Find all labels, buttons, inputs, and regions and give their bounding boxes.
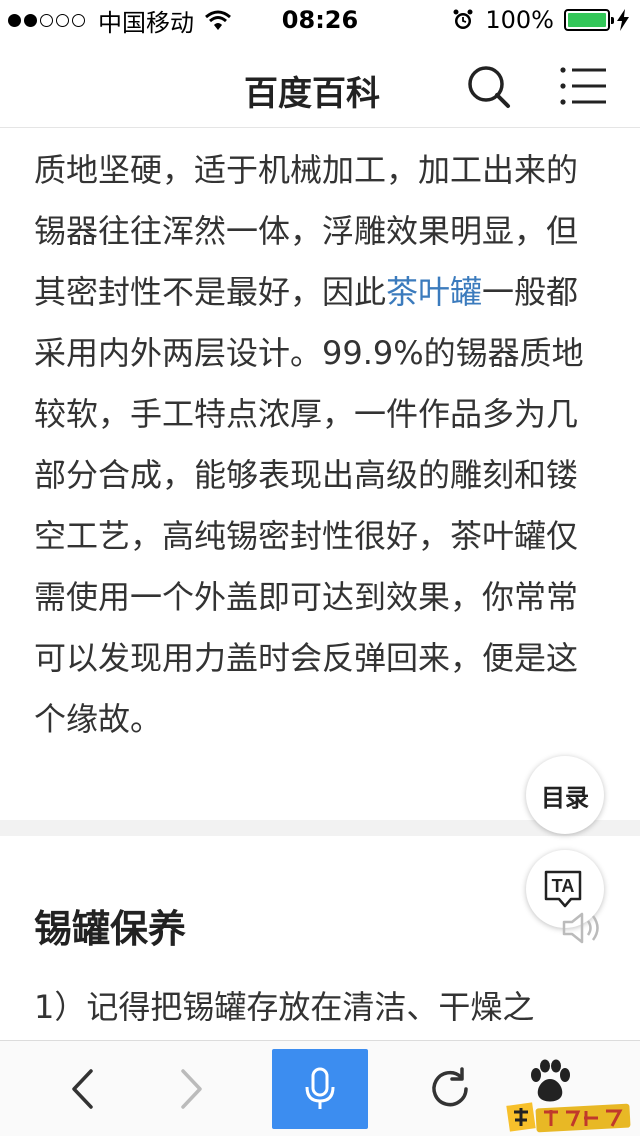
page-title: 百度百科 <box>244 74 380 114</box>
battery-percent: 100% <box>485 6 554 34</box>
article-body: 质地坚硬，适于机械加工，加工出来的锡器往往浑然一体，浮雕效果明显，但其密封性不是… <box>0 128 640 818</box>
watermark-logo <box>506 1102 631 1133</box>
tea-canister-link[interactable]: 茶叶罐 <box>386 273 482 311</box>
refresh-button[interactable] <box>408 1041 492 1136</box>
forward-button[interactable] <box>150 1041 234 1136</box>
battery-icon <box>564 9 614 31</box>
alarm-icon <box>453 9 473 29</box>
battery-level-fill <box>568 13 606 27</box>
refresh-icon <box>432 1067 468 1107</box>
status-right: 100% <box>453 6 630 34</box>
microphone-icon <box>305 1067 335 1109</box>
search-icon[interactable] <box>466 64 512 110</box>
speaker-icon[interactable] <box>560 910 604 946</box>
status-bar: 中国移动 08:26 100% <box>0 0 640 40</box>
charging-bolt-icon <box>617 9 629 31</box>
section-first-line: 1）记得把锡罐存放在清洁、干燥之 <box>34 988 535 1026</box>
back-button[interactable] <box>40 1041 124 1136</box>
menu-icon[interactable] <box>560 64 608 110</box>
paragraph-text-end: 一般都采用内外两层设计。99.9%的锡器质地较软，手工特点浓厚，一件作品多为几部… <box>34 273 584 738</box>
app-header: 百度百科 <box>0 40 640 128</box>
article-paragraph: 质地坚硬，适于机械加工，加工出来的锡器往往浑然一体，浮雕效果明显，但其密封性不是… <box>0 128 640 750</box>
chevron-left-icon <box>72 1069 93 1109</box>
section-heading: 锡罐保养 <box>34 907 187 951</box>
voice-search-button[interactable] <box>272 1049 368 1129</box>
table-of-contents-button[interactable]: 目录 <box>526 756 604 834</box>
ta-label: TA <box>552 876 575 896</box>
toc-label: 目录 <box>541 783 589 812</box>
chevron-right-icon <box>181 1069 202 1109</box>
text-size-icon: TA <box>544 870 582 908</box>
